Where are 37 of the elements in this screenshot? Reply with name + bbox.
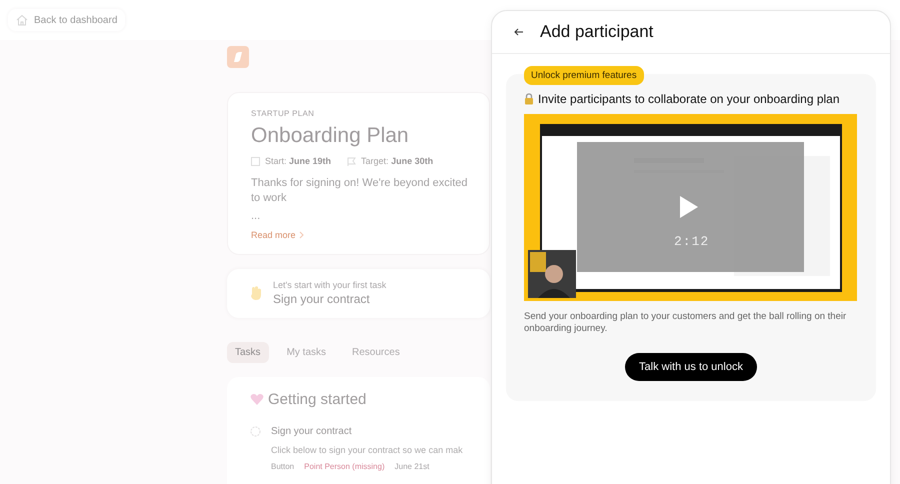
task-type: Button bbox=[271, 462, 294, 471]
hand-icon bbox=[249, 285, 263, 301]
tab[interactable]: Tasks bbox=[227, 342, 269, 363]
calendar-icon bbox=[251, 156, 260, 166]
back-arrow-icon[interactable] bbox=[512, 26, 526, 38]
start-date: Start: June 19th bbox=[265, 156, 332, 166]
play-icon[interactable] bbox=[679, 195, 699, 219]
house-icon bbox=[16, 14, 28, 26]
lock-icon bbox=[524, 93, 534, 105]
tab[interactable]: My tasks bbox=[278, 342, 334, 363]
heart-icon bbox=[250, 393, 264, 406]
ellipsis: ... bbox=[251, 210, 262, 222]
target-date: Target: June 30th bbox=[361, 156, 434, 166]
unlock-button[interactable]: Talk with us to unlock bbox=[625, 353, 757, 381]
task-hint: Let's start with your first task bbox=[273, 280, 386, 290]
premium-badge: Unlock premium features bbox=[524, 66, 644, 85]
upsell-heading: Invite participants to collaborate on your onboarding plan bbox=[538, 92, 840, 106]
flag-icon bbox=[347, 156, 356, 166]
section-title: Getting started bbox=[268, 391, 366, 408]
video-duration: 2:12 bbox=[674, 234, 710, 249]
status-circle-icon[interactable] bbox=[250, 426, 261, 437]
first-task-card[interactable]: Let's start with your first task Sign your contract bbox=[227, 269, 490, 318]
plan-title: Onboarding Plan bbox=[251, 124, 410, 148]
chevron-icon bbox=[298, 231, 304, 239]
task-title: Sign your contract bbox=[271, 426, 353, 437]
plan-description: Thanks for signing on! We're beyond excited to work bbox=[251, 176, 469, 206]
task-due-date: June 21st bbox=[394, 462, 430, 471]
panel-title: Add participant bbox=[540, 22, 654, 42]
plan-type: STARTUP PLAN bbox=[251, 109, 316, 118]
read-more-link[interactable]: Read more bbox=[251, 230, 304, 240]
task-title: Sign your contract bbox=[273, 292, 371, 306]
back-to-dashboard-button[interactable]: Back to dashboard bbox=[8, 9, 126, 31]
tab[interactable]: Resources bbox=[344, 342, 408, 363]
task-assignee: Point Person (missing) bbox=[304, 462, 385, 471]
upsell-description: Send your onboarding plan to your customers and get the ball rolling on their onboarding journey. bbox=[524, 311, 848, 335]
logo-icon bbox=[227, 46, 249, 68]
task-description: Click below to sign your contract so we can mak bbox=[271, 444, 464, 456]
